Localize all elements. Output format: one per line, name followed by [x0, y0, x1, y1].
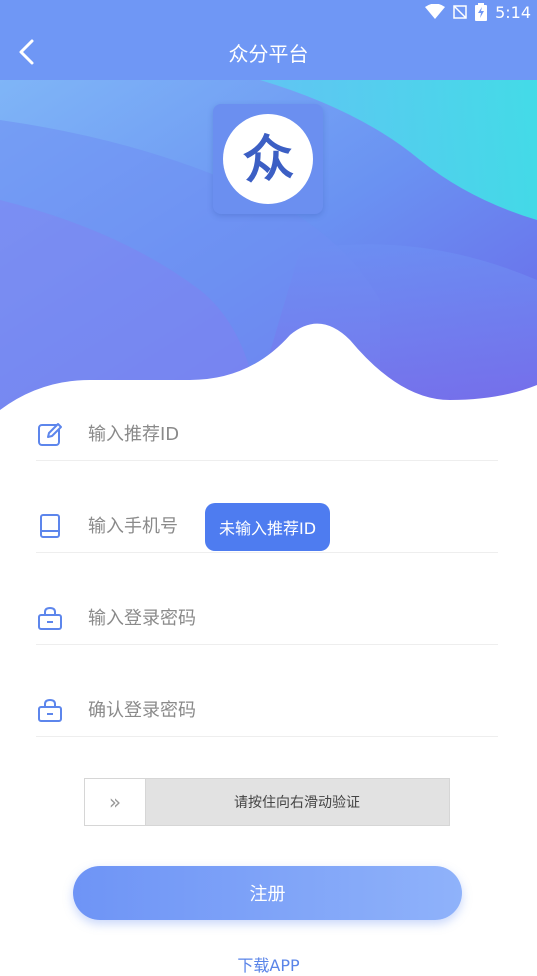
page-title: 众分平台 — [228, 42, 309, 66]
phone-icon — [40, 514, 60, 538]
toast-message: 未输入推荐ID — [205, 503, 330, 551]
logo-circle: 众 — [223, 114, 313, 204]
register-button[interactable]: 注册 — [73, 866, 462, 920]
status-time: 5:14 — [495, 2, 531, 22]
wifi-icon — [425, 4, 446, 19]
nav-bar: 众分平台 — [0, 24, 537, 80]
referral-field — [36, 408, 498, 461]
lock-icon — [38, 698, 62, 722]
lock-icon — [38, 606, 62, 630]
battery-icon — [475, 3, 488, 21]
status-icons: 5:14 — [425, 2, 531, 22]
status-bar: 5:14 — [0, 0, 537, 24]
confirm-password-input[interactable] — [86, 692, 470, 728]
download-app-link[interactable]: 下载APP — [0, 952, 537, 976]
edit-icon — [38, 423, 62, 446]
slide-verify: » 请按住向右滑动验证 — [84, 778, 450, 826]
slider-handle[interactable]: » — [85, 779, 146, 825]
password-input[interactable] — [86, 600, 470, 636]
referral-id-input[interactable] — [86, 416, 470, 452]
slider-hint: 请按住向右滑动验证 — [234, 795, 360, 811]
confirm-password-field — [36, 684, 498, 737]
no-signal-icon — [453, 5, 467, 19]
app-logo: 众 — [213, 104, 323, 214]
password-field — [36, 592, 498, 645]
double-chevron-right-icon: » — [108, 790, 122, 814]
logo-glyph: 众 — [240, 126, 296, 191]
